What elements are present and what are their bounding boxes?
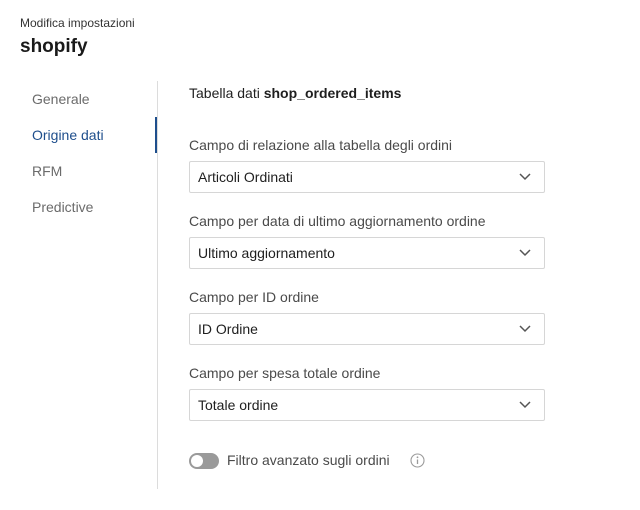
- chevron-down-icon: [519, 401, 531, 409]
- chevron-down-icon: [519, 249, 531, 257]
- info-icon[interactable]: [410, 453, 425, 468]
- select-value: ID Ordine: [198, 321, 258, 337]
- field-label-spesa-totale: Campo per spesa totale ordine: [189, 365, 381, 381]
- select-value: Totale ordine: [198, 397, 279, 413]
- sidebar-item-rfm[interactable]: RFM: [32, 153, 156, 189]
- field-label-relazione-ordini: Campo di relazione alla tabella degli or…: [189, 137, 453, 153]
- advanced-filter-label: Filtro avanzato sugli ordini: [227, 452, 390, 468]
- settings-sidebar: Generale Origine dati RFM Predictive: [0, 81, 158, 489]
- toggle-knob: [191, 455, 203, 467]
- sidebar-item-generale[interactable]: Generale: [32, 81, 156, 117]
- table-name: shop_ordered_items: [263, 85, 402, 101]
- select-ultimo-aggiornamento[interactable]: Ultimo aggiornamento: [189, 237, 545, 269]
- table-title-prefix: Tabella dati: [189, 85, 260, 101]
- select-value: Articoli Ordinati: [198, 169, 293, 185]
- select-relazione-ordini[interactable]: Articoli Ordinati: [189, 161, 545, 193]
- field-label-id-ordine: Campo per ID ordine: [189, 289, 319, 305]
- advanced-filter-toggle[interactable]: [189, 453, 219, 469]
- sidebar-item-predictive[interactable]: Predictive: [32, 189, 156, 225]
- table-title: Tabella dati shop_ordered_items: [189, 85, 401, 101]
- field-label-ultimo-aggiornamento: Campo per data di ultimo aggiornamento o…: [189, 213, 486, 229]
- sidebar-active-indicator: [155, 117, 157, 153]
- chevron-down-icon: [519, 173, 531, 181]
- select-spesa-totale[interactable]: Totale ordine: [189, 389, 545, 421]
- chevron-down-icon: [519, 325, 531, 333]
- page-title: shopify: [20, 36, 88, 57]
- page-header-subtitle: Modifica impostazioni: [20, 16, 135, 30]
- sidebar-item-origine-dati[interactable]: Origine dati: [32, 117, 156, 153]
- select-id-ordine[interactable]: ID Ordine: [189, 313, 545, 345]
- select-value: Ultimo aggiornamento: [198, 245, 335, 261]
